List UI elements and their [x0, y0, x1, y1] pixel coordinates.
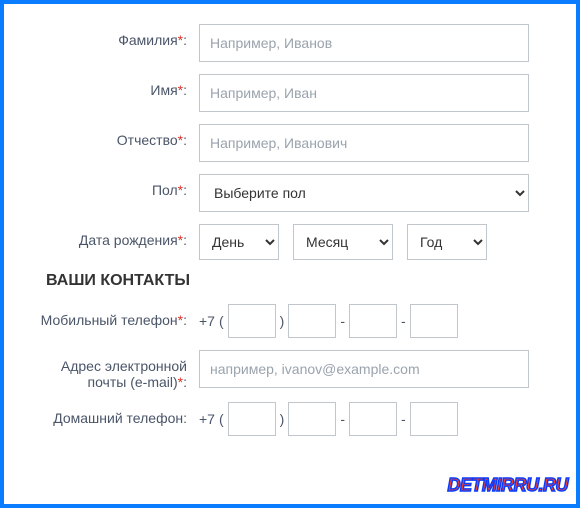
- dash: -: [401, 411, 406, 427]
- row-email: Адрес электронной почты (e-mail)*:: [24, 350, 546, 390]
- field-col: [199, 124, 546, 162]
- field-col: +7 ( ) - -: [199, 304, 546, 338]
- field-col: +7 ( ) - -: [199, 402, 546, 436]
- field-col: [199, 74, 546, 112]
- row-gender: Пол*: Выберите пол: [24, 174, 546, 212]
- birth-year-select[interactable]: Год: [407, 224, 487, 260]
- field-col: День Месяц Год: [199, 224, 546, 260]
- colon: :: [183, 132, 187, 148]
- label-text: Имя: [150, 82, 177, 98]
- label-birthdate: Дата рождения*:: [24, 224, 199, 248]
- mobile-part1-input[interactable]: [288, 304, 336, 338]
- field-col: [199, 350, 546, 388]
- home-part1-input[interactable]: [288, 402, 336, 436]
- label-gender: Пол*:: [24, 174, 199, 198]
- paren-open: (: [219, 411, 224, 427]
- field-col: [199, 24, 546, 62]
- patronymic-input[interactable]: [199, 124, 529, 162]
- row-mobile: Мобильный телефон*: +7 ( ) - -: [24, 304, 546, 338]
- paren-close: ): [280, 313, 285, 329]
- colon: :: [183, 312, 187, 328]
- colon: :: [183, 182, 187, 198]
- label-text: Фамилия: [118, 32, 177, 48]
- row-lastname: Фамилия*:: [24, 24, 546, 62]
- paren-close: ): [280, 411, 285, 427]
- row-birthdate: Дата рождения*: День Месяц Год: [24, 224, 546, 260]
- label-text: Отчество: [117, 132, 178, 148]
- phone-prefix: +7: [199, 313, 215, 329]
- colon: :: [183, 232, 187, 248]
- colon: :: [183, 82, 187, 98]
- label-text: Адрес электронной почты (e-mail): [61, 358, 187, 390]
- label-text: Пол: [152, 182, 178, 198]
- mobile-part2-input[interactable]: [349, 304, 397, 338]
- phone-prefix: +7: [199, 411, 215, 427]
- home-part3-input[interactable]: [410, 402, 458, 436]
- dash: -: [340, 411, 345, 427]
- birth-month-select[interactable]: Месяц: [293, 224, 393, 260]
- label-text: Дата рождения: [79, 232, 178, 248]
- watermark: DETMIRRU.RU: [448, 475, 569, 496]
- label-lastname: Фамилия*:: [24, 24, 199, 48]
- contacts-section-title: ВАШИ КОНТАКТЫ: [46, 272, 546, 290]
- row-homephone: Домашний телефон: +7 ( ) - -: [24, 402, 546, 436]
- lastname-input[interactable]: [199, 24, 529, 62]
- colon: :: [183, 374, 187, 390]
- birth-day-select[interactable]: День: [199, 224, 279, 260]
- row-patronymic: Отчество*:: [24, 124, 546, 162]
- colon: :: [183, 32, 187, 48]
- dash: -: [340, 313, 345, 329]
- gender-select[interactable]: Выберите пол: [199, 174, 529, 212]
- mobile-part3-input[interactable]: [410, 304, 458, 338]
- home-part2-input[interactable]: [349, 402, 397, 436]
- mobile-code-input[interactable]: [228, 304, 276, 338]
- form-frame: Фамилия*: Имя*: Отчество*: Пол*: Выберит…: [0, 0, 580, 508]
- firstname-input[interactable]: [199, 74, 529, 112]
- label-text: Мобильный телефон: [41, 312, 178, 328]
- label-home: Домашний телефон:: [24, 402, 199, 426]
- email-input[interactable]: [199, 350, 529, 388]
- dash: -: [401, 313, 406, 329]
- label-patronymic: Отчество*:: [24, 124, 199, 148]
- label-firstname: Имя*:: [24, 74, 199, 98]
- label-email: Адрес электронной почты (e-mail)*:: [24, 350, 199, 390]
- field-col: Выберите пол: [199, 174, 546, 212]
- home-code-input[interactable]: [228, 402, 276, 436]
- label-mobile: Мобильный телефон*:: [24, 304, 199, 328]
- label-text: Домашний телефон:: [53, 410, 187, 426]
- row-firstname: Имя*:: [24, 74, 546, 112]
- paren-open: (: [219, 313, 224, 329]
